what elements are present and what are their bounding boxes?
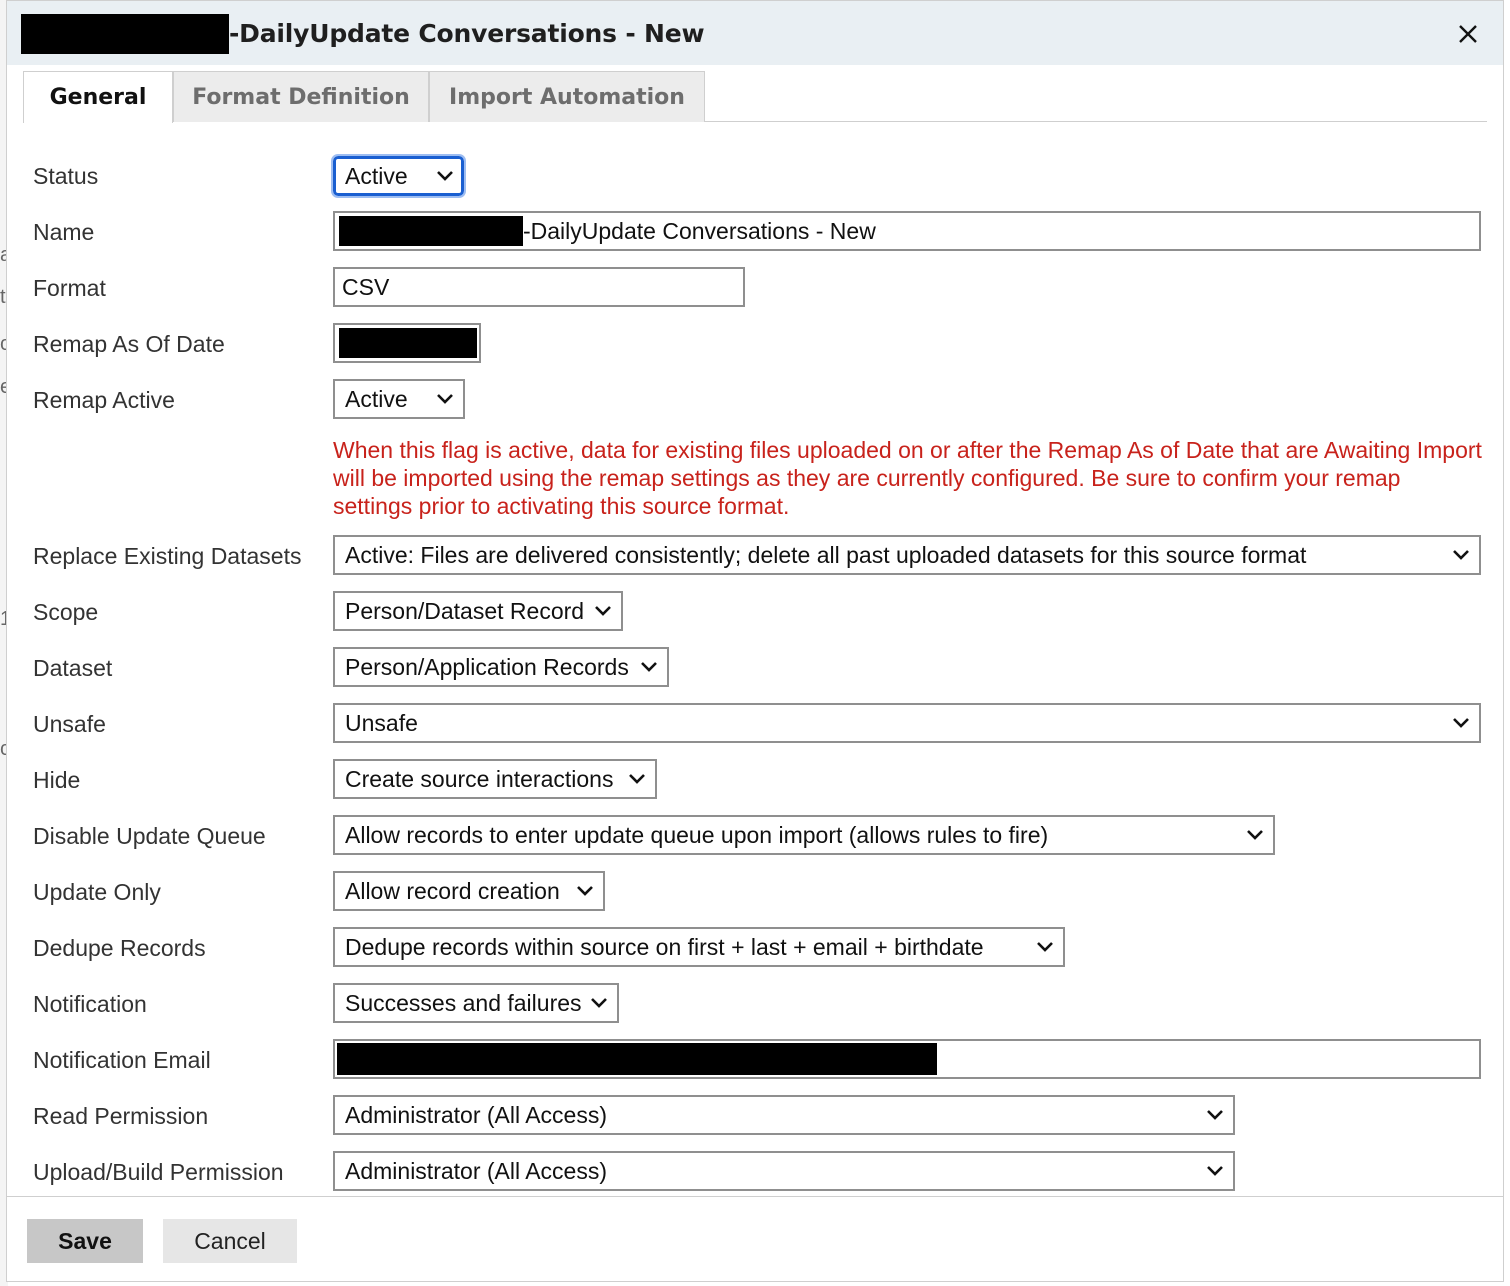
remap-warning-text: When this flag is active, data for exist… — [333, 437, 1482, 519]
read-permission-label: Read Permission — [33, 1103, 209, 1129]
format-label: Format — [33, 275, 106, 301]
chevron-down-icon — [629, 774, 645, 784]
hide-select[interactable]: Create source interactions — [333, 759, 657, 799]
dataset-label: Dataset — [33, 655, 113, 681]
scope-select[interactable]: Person/Dataset Record — [333, 591, 623, 631]
upload-permission-select[interactable]: Administrator (All Access) — [333, 1151, 1235, 1191]
notification-label: Notification — [33, 991, 147, 1017]
chevron-down-icon — [1207, 1166, 1223, 1176]
format-input[interactable]: CSV — [333, 267, 745, 307]
redacted-date — [339, 328, 477, 358]
format-value: CSV — [342, 274, 390, 300]
update-only-label: Update Only — [33, 879, 161, 905]
status-select[interactable]: Active — [331, 154, 466, 198]
name-input[interactable]: -DailyUpdate Conversations - New — [333, 211, 1481, 251]
notification-email-label: Notification Email — [33, 1047, 211, 1073]
chevron-down-icon — [641, 662, 657, 672]
chevron-down-icon — [591, 998, 607, 1008]
dialog-title-bar: -DailyUpdate Conversations - New — [7, 1, 1503, 65]
dataset-select[interactable]: Person/Application Records — [333, 647, 669, 687]
close-icon — [1459, 25, 1477, 43]
tab-format-definition[interactable]: Format Definition — [173, 71, 429, 122]
redacted-name-prefix — [339, 216, 523, 246]
source-format-dialog: -DailyUpdate Conversations - New General… — [6, 0, 1504, 1282]
upload-permission-label: Upload/Build Permission — [33, 1159, 284, 1185]
status-label: Status — [33, 163, 99, 189]
remap-active-value: Active — [345, 386, 408, 412]
read-permission-value: Administrator (All Access) — [345, 1102, 608, 1128]
close-button[interactable] — [1451, 17, 1485, 51]
tab-bar: General Format Definition Import Automat… — [23, 71, 1503, 123]
dataset-value: Person/Application Records — [345, 654, 629, 680]
upload-permission-value: Administrator (All Access) — [345, 1158, 608, 1184]
unsafe-value: Unsafe — [345, 710, 418, 736]
hide-value: Create source interactions — [345, 766, 614, 792]
disable-update-queue-value: Allow records to enter update queue upon… — [345, 822, 1049, 848]
remap-as-of-date-label: Remap As Of Date — [33, 331, 225, 357]
redacted-title-prefix — [21, 14, 229, 54]
chevron-down-icon — [595, 606, 611, 616]
footer-divider — [7, 1196, 1503, 1197]
remap-active-select[interactable]: Active — [333, 379, 465, 419]
name-value: -DailyUpdate Conversations - New — [523, 218, 876, 244]
chevron-down-icon — [1453, 718, 1469, 728]
replace-existing-value: Active: Files are delivered consistently… — [345, 542, 1307, 568]
chevron-down-icon — [437, 394, 453, 404]
save-button[interactable]: Save — [27, 1219, 143, 1263]
cancel-button[interactable]: Cancel — [163, 1219, 297, 1263]
name-label: Name — [33, 219, 95, 245]
remap-active-label: Remap Active — [33, 387, 175, 413]
chevron-down-icon — [577, 886, 593, 896]
status-value: Active — [345, 163, 408, 189]
disable-update-queue-label: Disable Update Queue — [33, 823, 266, 849]
notification-select[interactable]: Successes and failures — [333, 983, 619, 1023]
scope-label: Scope — [33, 599, 99, 625]
dedupe-records-label: Dedupe Records — [33, 935, 206, 961]
chevron-down-icon — [1037, 942, 1053, 952]
redacted-email — [337, 1043, 937, 1075]
unsafe-select[interactable]: Unsafe — [333, 703, 1481, 743]
disable-update-queue-select[interactable]: Allow records to enter update queue upon… — [333, 815, 1275, 855]
remap-as-of-date-input[interactable] — [333, 323, 481, 363]
dialog-title: -DailyUpdate Conversations - New — [229, 19, 705, 48]
dedupe-records-value: Dedupe records within source on first + … — [345, 934, 984, 960]
chevron-down-icon — [1207, 1110, 1223, 1120]
notification-email-input[interactable] — [333, 1039, 1481, 1079]
notification-value: Successes and failures — [345, 990, 582, 1016]
update-only-value: Allow record creation — [345, 878, 560, 904]
scope-value: Person/Dataset Record — [345, 598, 585, 624]
replace-existing-select[interactable]: Active: Files are delivered consistently… — [333, 535, 1481, 575]
chevron-down-icon — [437, 171, 453, 181]
read-permission-select[interactable]: Administrator (All Access) — [333, 1095, 1235, 1135]
replace-existing-label: Replace Existing Datasets — [33, 543, 302, 569]
chevron-down-icon — [1247, 830, 1263, 840]
hide-label: Hide — [33, 767, 81, 793]
tab-import-automation[interactable]: Import Automation — [429, 71, 705, 122]
unsafe-label: Unsafe — [33, 711, 106, 737]
tab-general[interactable]: General — [23, 71, 173, 123]
dedupe-records-select[interactable]: Dedupe records within source on first + … — [333, 927, 1065, 967]
update-only-select[interactable]: Allow record creation — [333, 871, 605, 911]
chevron-down-icon — [1453, 550, 1469, 560]
